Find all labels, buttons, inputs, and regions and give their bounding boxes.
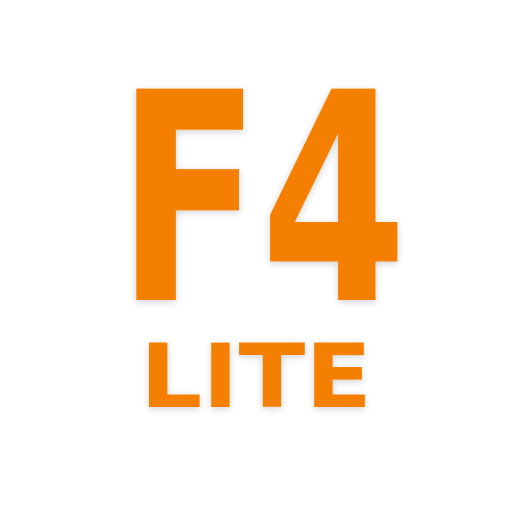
app-icon: F4 LITE — [0, 0, 512, 512]
app-logo: F4 LITE — [117, 32, 407, 428]
logo-main-text: F4 — [117, 32, 407, 369]
logo-sub-text: LITE — [140, 325, 372, 428]
